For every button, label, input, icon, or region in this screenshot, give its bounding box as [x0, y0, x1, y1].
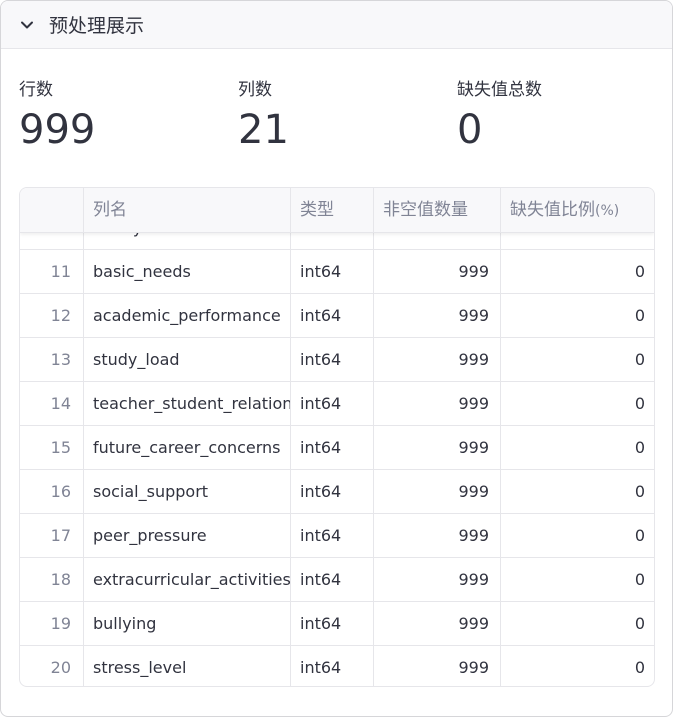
table-row: 17 peer_pressure int64 999 0 [20, 514, 654, 558]
cell-non-null: 999 [374, 602, 501, 646]
cell-non-null: 999 [374, 470, 501, 514]
cell-index: 12 [20, 294, 84, 338]
header-name-label: 列名 [93, 200, 127, 220]
metric-columns: 列数 21 [238, 75, 289, 150]
metric-rows: 行数 999 [19, 75, 95, 150]
cell-missing-pct: 0 [634, 482, 645, 501]
table-header: 列名 类型 非空值数量 缺失值比例(%) [20, 188, 654, 233]
header-missing-pct-label: 缺失值比例 [510, 200, 595, 220]
cell-type: int64 [291, 426, 374, 470]
cell-name: social_support [84, 470, 291, 514]
cell-non-null: 999 [374, 250, 501, 294]
table-row: 19 bullying int64 999 0 [20, 602, 654, 646]
cell-type: int64 [291, 338, 374, 382]
metric-label: 列数 [238, 80, 272, 100]
cell-non-null: 999 [374, 646, 501, 686]
table-row: 14 teacher_student_relationship int64 99… [20, 382, 654, 426]
cell-type: int64 [291, 294, 374, 338]
cell-type: int64 [291, 602, 374, 646]
cell-index: 11 [20, 250, 84, 294]
cell-non-null: 999 [374, 338, 501, 382]
cell-index: 20 [20, 646, 84, 686]
table-row: 16 social_support int64 999 0 [20, 470, 654, 514]
metric-label: 行数 [19, 80, 53, 100]
cell-index: 13 [20, 338, 84, 382]
cell-type: int64 [291, 558, 374, 602]
cell-name: extracurricular_activities [84, 558, 291, 602]
cell-index: 10 [20, 232, 84, 250]
expander-header[interactable]: 预处理展示 [1, 1, 672, 49]
metric-label: 缺失值总数 [457, 80, 542, 100]
cell-name: basic_needs [84, 250, 291, 294]
header-index[interactable] [20, 188, 84, 232]
cell-non-null: 999 [374, 232, 501, 250]
cell-index: 14 [20, 382, 84, 426]
cell-missing-pct: 0 [634, 570, 645, 589]
cell-non-null: 999 [374, 382, 501, 426]
cell-index: 18 [20, 558, 84, 602]
cell-name: bullying [84, 602, 291, 646]
cell-type: int64 [291, 382, 374, 426]
table-row: 10 safety int64 999 0 [20, 232, 654, 250]
cell-missing-pct: 0 [634, 306, 645, 325]
metric-missing-total: 缺失值总数 0 [457, 75, 542, 150]
expander-title: 预处理展示 [49, 15, 145, 37]
cell-type: int64 [291, 470, 374, 514]
cell-missing-pct: 0 [634, 262, 645, 281]
metric-value: 0 [457, 107, 483, 153]
header-type[interactable]: 类型 [291, 188, 374, 232]
header-non-null[interactable]: 非空值数量 [374, 188, 501, 232]
header-missing-pct[interactable]: 缺失值比例(%) [501, 188, 654, 232]
table-row: 12 academic_performance int64 999 0 [20, 294, 654, 338]
cell-non-null: 999 [374, 514, 501, 558]
cell-name: future_career_concerns [84, 426, 291, 470]
cell-type: int64 [291, 250, 374, 294]
table-row: 20 stress_level int64 999 0 [20, 646, 654, 686]
header-type-label: 类型 [300, 200, 334, 220]
cell-name: stress_level [84, 646, 291, 686]
metric-value: 999 [19, 107, 96, 153]
table-body: 10 safety int64 999 0 11 basic_needs int… [20, 232, 654, 686]
cell-name: academic_performance [84, 294, 291, 338]
header-name[interactable]: 列名 [84, 188, 291, 232]
header-missing-pct-unit: (%) [595, 203, 620, 219]
cell-index: 16 [20, 470, 84, 514]
chevron-down-icon [17, 15, 37, 35]
cell-type: int64 [291, 232, 374, 250]
table-row: 18 extracurricular_activities int64 999 … [20, 558, 654, 602]
cell-non-null: 999 [374, 294, 501, 338]
cell-missing-pct: 0 [634, 394, 645, 413]
table-row: 11 basic_needs int64 999 0 [20, 250, 654, 294]
data-table[interactable]: 列名 类型 非空值数量 缺失值比例(%) 10 safety int64 999… [19, 187, 655, 687]
cell-missing-pct: 0 [634, 658, 645, 677]
cell-missing-pct: 0 [634, 438, 645, 457]
cell-name: safety [84, 232, 291, 250]
cell-non-null: 999 [374, 558, 501, 602]
cell-missing-pct: 0 [634, 614, 645, 633]
header-non-null-label: 非空值数量 [383, 200, 468, 220]
cell-missing-pct: 0 [501, 232, 654, 250]
cell-missing-pct: 0 [634, 350, 645, 369]
cell-type: int64 [291, 514, 374, 558]
cell-name: teacher_student_relationship [84, 382, 291, 426]
cell-index: 19 [20, 602, 84, 646]
cell-missing-pct: 0 [634, 526, 645, 545]
cell-type: int64 [291, 646, 374, 686]
cell-non-null: 999 [374, 426, 501, 470]
table-row: 15 future_career_concerns int64 999 0 [20, 426, 654, 470]
metrics-row: 行数 999 列数 21 缺失值总数 0 [19, 75, 654, 165]
cell-name: peer_pressure [84, 514, 291, 558]
cell-name: study_load [84, 338, 291, 382]
metric-value: 21 [238, 107, 289, 153]
table-row: 13 study_load int64 999 0 [20, 338, 654, 382]
cell-index: 17 [20, 514, 84, 558]
cell-index: 15 [20, 426, 84, 470]
